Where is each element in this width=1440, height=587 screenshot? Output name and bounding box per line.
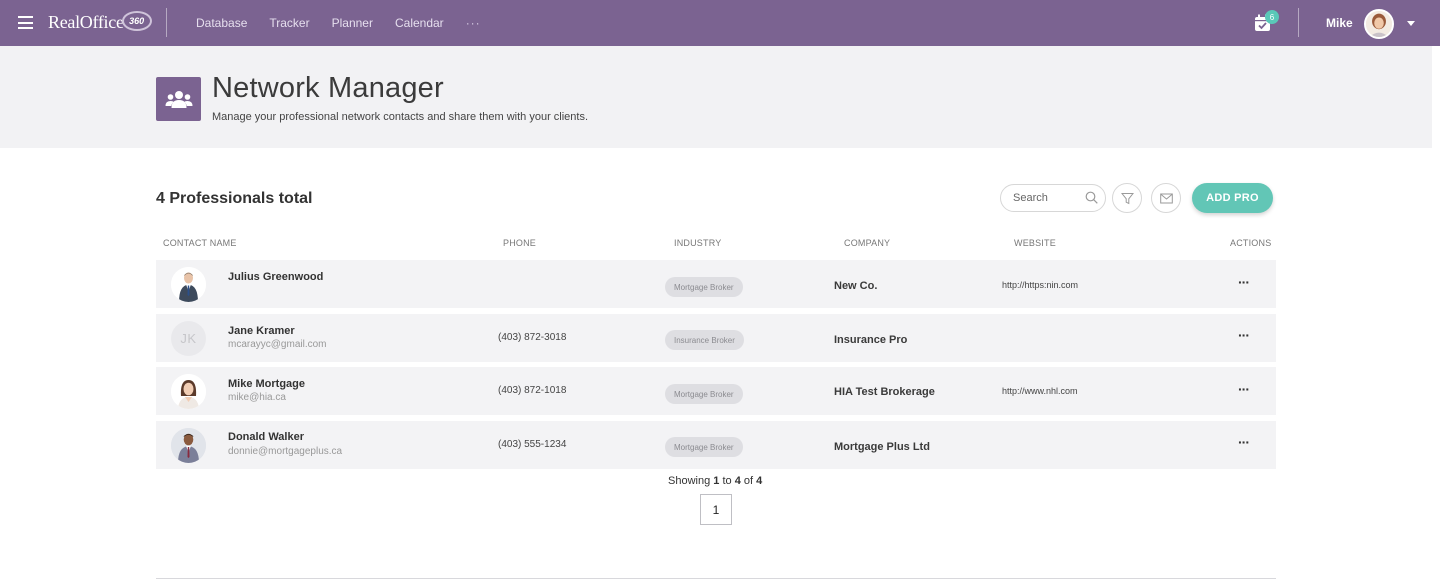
logo-badge: 360 <box>121 11 152 31</box>
column-header-contact-name[interactable]: CONTACT NAME <box>163 238 237 248</box>
contact-email: mcarayyc@gmail.com <box>228 339 327 350</box>
column-header-industry[interactable]: INDUSTRY <box>674 238 721 248</box>
contact-name[interactable]: Julius Greenwood <box>228 271 323 283</box>
table-row[interactable]: JK Jane Kramer mcarayyc@gmail.com (403) … <box>156 314 1276 362</box>
nav-tracker[interactable]: Tracker <box>269 16 309 30</box>
pagination-summary: Showing 1 to 4 of 4 <box>668 475 762 487</box>
column-header-actions: ACTIONS <box>1230 238 1272 248</box>
industry-badge: Mortgage Broker <box>665 437 743 457</box>
app-logo[interactable]: RealOffice 360 <box>48 11 152 33</box>
filter-icon <box>1120 192 1134 204</box>
column-header-phone[interactable]: PHONE <box>503 238 536 248</box>
row-actions-more-icon[interactable]: ··· <box>1238 327 1250 343</box>
showing-total: 4 <box>756 475 763 487</box>
main-nav: Database Tracker Planner Calendar ··· <box>196 0 481 46</box>
website-link[interactable]: http://https:nin.com <box>1002 280 1078 290</box>
industry-badge: Mortgage Broker <box>665 384 743 404</box>
industry-badge: Insurance Broker <box>665 330 744 350</box>
row-actions-more-icon[interactable]: ··· <box>1238 381 1250 397</box>
contact-phone: (403) 872-3018 <box>498 332 567 343</box>
column-header-website[interactable]: WEBSITE <box>1014 238 1056 248</box>
nav-divider <box>166 8 167 37</box>
email-button[interactable] <box>1151 183 1181 213</box>
showing-from: 1 <box>713 475 720 487</box>
row-actions-more-icon[interactable]: ··· <box>1238 434 1250 450</box>
website-link[interactable]: http://www.nhl.com <box>1002 386 1078 396</box>
table-row[interactable]: Julius Greenwood Mortgage Broker New Co.… <box>156 260 1276 308</box>
user-divider <box>1298 8 1299 37</box>
nav-planner[interactable]: Planner <box>332 16 373 30</box>
avatar: JK <box>171 321 206 356</box>
mail-icon <box>1159 193 1173 203</box>
user-name[interactable]: Mike <box>1326 16 1353 30</box>
hamburger-menu-icon[interactable] <box>18 16 33 29</box>
contact-phone: (403) 555-1234 <box>498 439 567 450</box>
company-name: Mortgage Plus Ltd <box>834 441 930 453</box>
avatar-initials: JK <box>180 331 197 346</box>
user-avatar[interactable] <box>1364 9 1394 39</box>
company-name: New Co. <box>834 280 878 292</box>
contact-name[interactable]: Donald Walker <box>228 431 304 443</box>
company-name: Insurance Pro <box>834 334 908 346</box>
add-pro-button[interactable]: ADD PRO <box>1192 183 1273 213</box>
table-row[interactable]: Donald Walker donnie@mortgageplus.ca (40… <box>156 421 1276 469</box>
page-subtitle: Manage your professional network contact… <box>212 111 589 123</box>
search-icon[interactable] <box>1085 191 1098 204</box>
showing-to-word: to <box>722 475 732 487</box>
logo-text: RealOffice <box>48 12 124 32</box>
company-name: HIA Test Brokerage <box>834 386 935 398</box>
nav-calendar[interactable]: Calendar <box>395 16 444 30</box>
row-actions-more-icon[interactable]: ··· <box>1238 274 1250 290</box>
contact-email: donnie@mortgageplus.ca <box>228 446 343 457</box>
avatar <box>171 267 206 302</box>
contact-name[interactable]: Jane Kramer <box>228 325 295 337</box>
contact-email: mike@hia.ca <box>228 392 286 403</box>
showing-to: 4 <box>734 475 741 487</box>
user-menu-chevron-down-icon[interactable] <box>1407 21 1415 26</box>
showing-of-word: of <box>743 475 754 487</box>
filter-button[interactable] <box>1112 183 1142 213</box>
contact-name[interactable]: Mike Mortgage <box>228 378 305 390</box>
showing-prefix: Showing <box>668 475 711 487</box>
people-group-icon <box>156 77 201 121</box>
column-header-company[interactable]: COMPANY <box>844 238 890 248</box>
avatar <box>171 428 206 463</box>
nav-database[interactable]: Database <box>196 16 247 30</box>
avatar <box>171 374 206 409</box>
notification-count-badge: 6 <box>1265 10 1279 24</box>
search-input[interactable] <box>1013 192 1083 204</box>
industry-badge: Mortgage Broker <box>665 277 743 297</box>
professionals-total: 4 Professionals total <box>156 190 313 207</box>
nav-more[interactable]: ··· <box>466 16 481 30</box>
page-button-current[interactable]: 1 <box>700 494 732 525</box>
contact-phone: (403) 872-1018 <box>498 385 567 396</box>
table-row[interactable]: Mike Mortgage mike@hia.ca (403) 872-1018… <box>156 367 1276 415</box>
page-title: Network Manager <box>212 72 444 104</box>
footer-divider <box>156 578 1276 579</box>
top-navigation-bar: RealOffice 360 Database Tracker Planner … <box>0 0 1440 46</box>
